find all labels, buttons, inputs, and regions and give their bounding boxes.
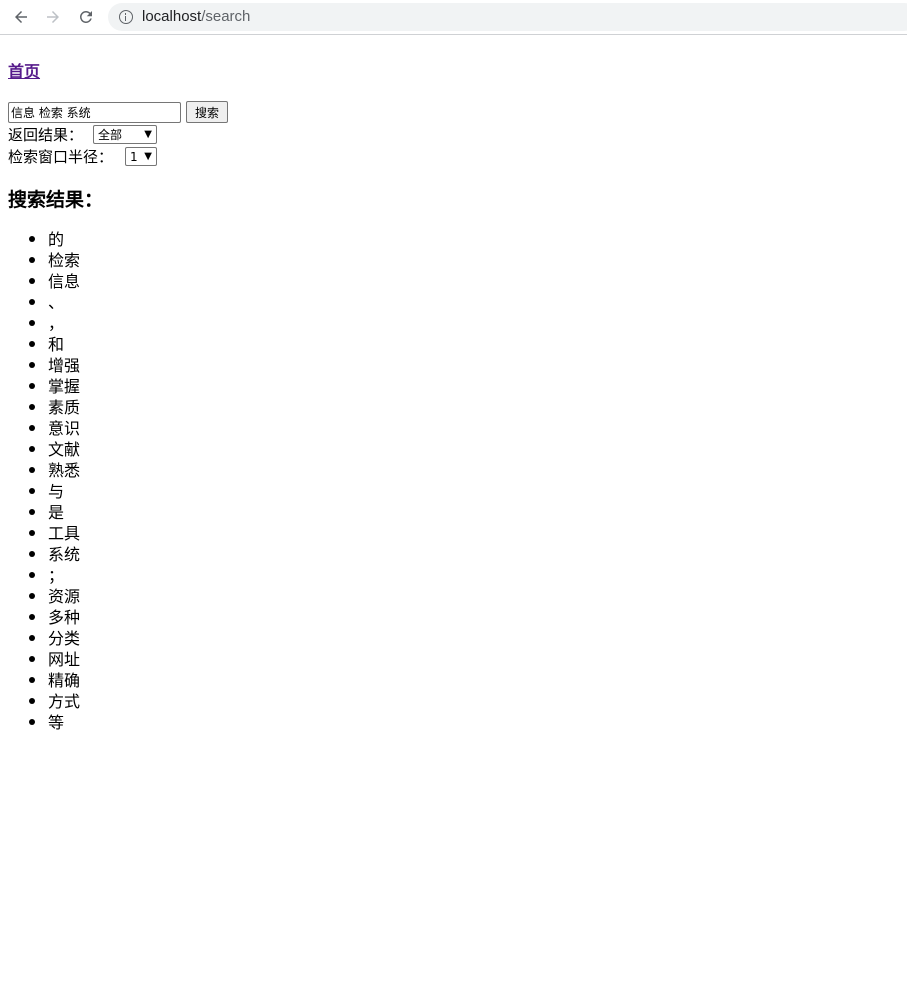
bullet-icon [29, 467, 35, 473]
return-results-value: 全部 [98, 128, 123, 142]
result-term: 意识 [48, 419, 81, 438]
result-term: 与 [48, 482, 65, 501]
bullet-icon [29, 278, 35, 284]
bullet-icon [29, 635, 35, 641]
result-term: 是 [48, 503, 65, 522]
result-item: ， [8, 313, 80, 334]
result-item: 工具 [8, 523, 80, 544]
bullet-icon [29, 656, 35, 662]
result-item: 资源 [8, 586, 80, 607]
bullet-icon [29, 257, 35, 263]
window-radius-value: 1 [130, 149, 138, 164]
result-item: 掌握 [8, 376, 80, 397]
result-item: 是 [8, 502, 80, 523]
reload-button[interactable] [74, 5, 98, 29]
info-icon[interactable] [119, 10, 133, 24]
bullet-icon [29, 446, 35, 452]
bullet-icon [29, 299, 35, 305]
results-heading: 搜索结果： [8, 189, 104, 211]
arrow-right-icon [47, 11, 59, 23]
result-term: 网址 [48, 650, 81, 669]
result-item: 文献 [8, 439, 80, 460]
result-term: 的 [48, 230, 65, 249]
bullet-icon [29, 404, 35, 410]
reload-icon [79, 10, 92, 23]
return-results-label: 返回结果： [8, 126, 84, 144]
bullet-icon [29, 509, 35, 515]
result-item: 意识 [8, 418, 80, 439]
forward-button[interactable] [41, 5, 65, 29]
window-radius-row: 检索窗口半径： 1 ▼ [8, 146, 157, 167]
bullet-icon [29, 614, 35, 620]
result-term: 素质 [48, 398, 81, 417]
result-term: 检索 [48, 251, 81, 270]
result-item: 精确 [8, 670, 80, 691]
bullet-icon [29, 362, 35, 368]
result-item: 熟悉 [8, 460, 80, 481]
dropdown-arrow-icon: ▼ [144, 151, 152, 162]
result-term: 、 [48, 293, 65, 312]
result-item: 方式 [8, 691, 80, 712]
result-term: 掌握 [48, 377, 81, 396]
result-term: 方式 [48, 692, 81, 711]
window-radius-label: 检索窗口半径： [8, 148, 114, 166]
url-path: /search [201, 8, 251, 25]
result-item: 检索 [8, 250, 80, 271]
result-term: 系统 [48, 545, 81, 564]
result-term: 分类 [48, 629, 81, 648]
result-item: 等 [8, 712, 80, 733]
result-term: ， [48, 314, 65, 333]
result-item: 增强 [8, 355, 80, 376]
bullet-icon [29, 425, 35, 431]
result-item: 的 [8, 229, 80, 250]
url-text[interactable]: localhost/search [142, 8, 250, 25]
result-term: 工具 [48, 524, 81, 543]
result-term: 增强 [48, 356, 81, 375]
return-results-row: 返回结果： 全部 ▼ [8, 124, 157, 145]
result-term: 信息 [48, 272, 81, 291]
result-item: ； [8, 565, 80, 586]
bullet-icon [29, 236, 35, 242]
result-term: 熟悉 [48, 461, 81, 480]
return-results-select[interactable]: 全部 ▼ [93, 125, 157, 144]
search-input[interactable] [8, 102, 181, 123]
result-term: 多种 [48, 608, 81, 627]
bullet-icon [29, 341, 35, 347]
result-term: 等 [48, 713, 65, 732]
url-host: localhost [142, 8, 202, 25]
bullet-icon [29, 488, 35, 494]
back-button[interactable] [9, 5, 33, 29]
result-item: 和 [8, 334, 80, 355]
bullet-icon [29, 551, 35, 557]
home-link[interactable]: 首页 [8, 58, 40, 82]
bullet-icon [29, 530, 35, 536]
window-radius-select[interactable]: 1 ▼ [125, 147, 157, 166]
results-list: 的检索信息、 ， 和增强掌握素质意识文献熟悉与是工具系统 ； 资源多种分类网址精确方式等 [8, 229, 80, 733]
dropdown-arrow-icon: ▼ [144, 129, 152, 140]
bullet-icon [29, 719, 35, 725]
result-item: 网址 [8, 649, 80, 670]
result-item: 与 [8, 481, 80, 502]
bullet-icon [29, 677, 35, 683]
bullet-icon [29, 572, 35, 578]
result-item: 系统 [8, 544, 80, 565]
bullet-icon [29, 383, 35, 389]
result-item: 多种 [8, 607, 80, 628]
result-term: 资源 [48, 587, 81, 606]
result-item: 分类 [8, 628, 80, 649]
result-item: 、 [8, 292, 80, 313]
bullet-icon [29, 320, 35, 326]
browser-toolbar: localhost/search [0, 0, 907, 35]
result-item: 信息 [8, 271, 80, 292]
bullet-icon [29, 698, 35, 704]
result-term: 精确 [48, 671, 81, 690]
result-item: 素质 [8, 397, 80, 418]
result-term: ； [48, 566, 65, 585]
address-bar[interactable]: localhost/search [108, 3, 907, 31]
result-term: 文献 [48, 440, 81, 459]
result-term: 和 [48, 335, 65, 354]
search-button[interactable]: 搜索 [186, 101, 228, 123]
arrow-left-icon [15, 11, 27, 23]
bullet-icon [29, 593, 35, 599]
